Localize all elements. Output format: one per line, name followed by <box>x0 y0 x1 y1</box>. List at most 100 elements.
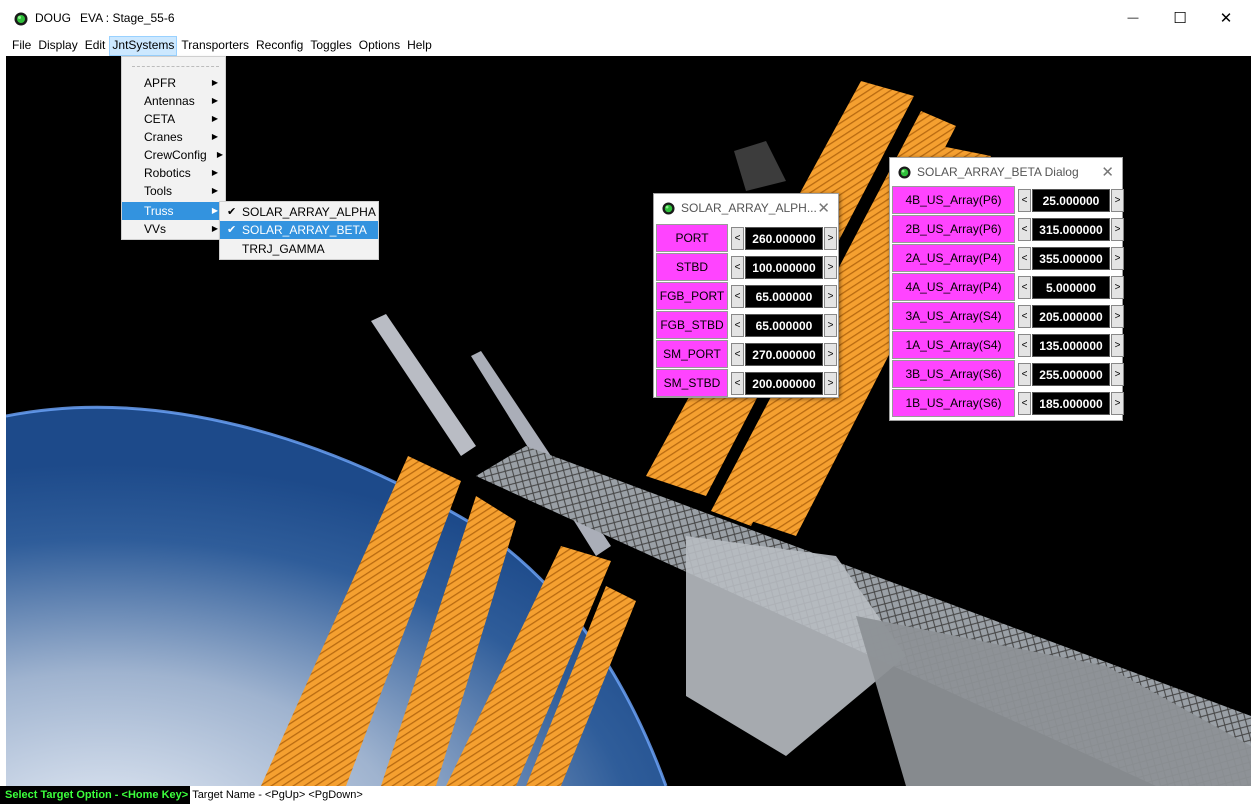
menu-bar: File Display Edit JntSystems Transporter… <box>0 36 1251 56</box>
check-icon: ✔ <box>227 224 237 236</box>
doug-app-icon <box>898 166 911 179</box>
increment-button[interactable]: > <box>824 227 837 250</box>
decrement-button[interactable]: < <box>1018 189 1031 212</box>
menu-jntsystems[interactable]: JntSystems <box>109 36 178 56</box>
menu-toggles[interactable]: Toggles <box>307 36 354 56</box>
menu-transporters[interactable]: Transporters <box>178 36 252 56</box>
joint-label: PORT <box>656 224 728 252</box>
decrement-button[interactable]: < <box>1018 276 1031 299</box>
menu-item-cranes[interactable]: Cranes ▶ <box>122 128 225 146</box>
decrement-button[interactable]: < <box>731 285 744 308</box>
menu-item-crewconfig[interactable]: CrewConfig ▶ <box>122 146 225 164</box>
submenu-arrow-icon: ▶ <box>211 206 218 215</box>
submenu-item-trrj-gamma[interactable]: TRRJ_GAMMA <box>220 240 378 258</box>
decrement-button[interactable]: < <box>1018 334 1031 357</box>
increment-button[interactable]: > <box>1111 189 1124 212</box>
menu-display[interactable]: Display <box>35 36 80 56</box>
status-target: Target Name - <PgUp> <PgDown> <box>192 789 363 801</box>
increment-button[interactable]: > <box>1111 218 1124 241</box>
joint-angle-value[interactable]: 5.000000 <box>1032 276 1110 299</box>
dialog-title-bar[interactable]: SOLAR_ARRAY_ALPH... ✕ <box>654 194 838 222</box>
joint-angle-value[interactable]: 270.000000 <box>745 343 823 366</box>
joint-angle-value[interactable]: 260.000000 <box>745 227 823 250</box>
minimize-icon: — <box>1127 12 1139 24</box>
dialog-title: SOLAR_ARRAY_ALPH... <box>681 201 817 215</box>
joint-row: 1B_US_Array(S6) <185.000000 > <box>892 389 1124 417</box>
menu-options[interactable]: Options <box>356 36 403 56</box>
menu-item-tools[interactable]: Tools ▶ <box>122 182 225 200</box>
status-bar: Select Target Option - <Home Key> Target… <box>0 786 1251 804</box>
menu-item-apfr[interactable]: APFR ▶ <box>122 74 225 92</box>
menu-item-truss[interactable]: Truss ▶ <box>122 202 225 220</box>
increment-button[interactable]: > <box>1111 276 1124 299</box>
decrement-button[interactable]: < <box>1018 363 1031 386</box>
submenu-arrow-icon: ▶ <box>211 186 218 195</box>
decrement-button[interactable]: < <box>1018 392 1031 415</box>
increment-button[interactable]: > <box>824 372 837 395</box>
joint-label: 4B_US_Array(P6) <box>892 186 1015 214</box>
joint-angle-value[interactable]: 65.000000 <box>745 314 823 337</box>
increment-button[interactable]: > <box>1111 392 1124 415</box>
solar-array-alpha-dialog: SOLAR_ARRAY_ALPH... ✕ PORT <260.000000 > ST… <box>653 193 839 398</box>
menu-reconfig[interactable]: Reconfig <box>253 36 306 56</box>
solar-array-beta-dialog: SOLAR_ARRAY_BETA Dialog ✕ 4B_US_Array(P6… <box>889 157 1124 421</box>
decrement-button[interactable]: < <box>731 343 744 366</box>
decrement-button[interactable]: < <box>731 256 744 279</box>
joint-angle-value[interactable]: 100.000000 <box>745 256 823 279</box>
minimize-button[interactable]: — <box>1110 0 1156 36</box>
window-app-name: DOUG <box>35 11 71 25</box>
joint-angle-value[interactable]: 65.000000 <box>745 285 823 308</box>
joint-angle-value[interactable]: 135.000000 <box>1032 334 1110 357</box>
joint-angle-value[interactable]: 185.000000 <box>1032 392 1110 415</box>
doug-app-icon <box>14 12 28 26</box>
joint-row: 4B_US_Array(P6) <25.000000 > <box>892 186 1124 214</box>
submenu-item-solar-array-beta[interactable]: ✔ SOLAR_ARRAY_BETA <box>220 221 378 239</box>
decrement-button[interactable]: < <box>1018 247 1031 270</box>
joint-row: PORT <260.000000 > <box>656 224 838 252</box>
close-window-button[interactable]: ✕ <box>1203 0 1249 36</box>
joint-angle-value[interactable]: 200.000000 <box>745 372 823 395</box>
menu-help[interactable]: Help <box>404 36 435 56</box>
menu-item-ceta[interactable]: CETA ▶ <box>122 110 225 128</box>
truss-submenu: ✔ SOLAR_ARRAY_ALPHA ✔ SOLAR_ARRAY_BETA T… <box>219 201 379 260</box>
increment-button[interactable]: > <box>1111 334 1124 357</box>
dialog-title-bar[interactable]: SOLAR_ARRAY_BETA Dialog ✕ <box>890 158 1122 186</box>
increment-button[interactable]: > <box>824 256 837 279</box>
joint-angle-value[interactable]: 25.000000 <box>1032 189 1110 212</box>
jntsystems-dropdown: APFR ▶ Antennas ▶ CETA ▶ Cranes ▶ CrewCo… <box>121 56 226 240</box>
submenu-arrow-icon: ▶ <box>211 96 218 105</box>
menu-item-vvs[interactable]: VVs ▶ <box>122 220 225 238</box>
joint-row: SM_PORT <270.000000 > <box>656 340 838 368</box>
joint-angle-value[interactable]: 255.000000 <box>1032 363 1110 386</box>
submenu-item-solar-array-alpha[interactable]: ✔ SOLAR_ARRAY_ALPHA <box>220 203 378 221</box>
decrement-button[interactable]: < <box>731 372 744 395</box>
menu-edit[interactable]: Edit <box>82 36 109 56</box>
increment-button[interactable]: > <box>1111 247 1124 270</box>
joint-angle-value[interactable]: 205.000000 <box>1032 305 1110 328</box>
joint-angle-value[interactable]: 315.000000 <box>1032 218 1110 241</box>
joint-label: 1B_US_Array(S6) <box>892 389 1015 417</box>
increment-button[interactable]: > <box>824 285 837 308</box>
window-title: EVA : Stage_55-6 <box>80 11 175 25</box>
menu-tearoff-separator[interactable] <box>132 66 219 67</box>
increment-button[interactable]: > <box>1111 305 1124 328</box>
joint-label: 2B_US_Array(P6) <box>892 215 1015 243</box>
status-hint: Select Target Option - <Home Key> <box>0 786 191 804</box>
menu-item-antennas[interactable]: Antennas ▶ <box>122 92 225 110</box>
title-bar: DOUG EVA : Stage_55-6 — ☐ ✕ <box>0 0 1251 36</box>
decrement-button[interactable]: < <box>1018 305 1031 328</box>
increment-button[interactable]: > <box>824 314 837 337</box>
joint-label: FGB_PORT <box>656 282 728 310</box>
joint-angle-value[interactable]: 355.000000 <box>1032 247 1110 270</box>
decrement-button[interactable]: < <box>1018 218 1031 241</box>
maximize-button[interactable]: ☐ <box>1157 0 1203 36</box>
doug-app-icon <box>662 202 675 215</box>
close-icon[interactable]: ✕ <box>1101 163 1114 181</box>
menu-item-robotics[interactable]: Robotics ▶ <box>122 164 225 182</box>
close-icon[interactable]: ✕ <box>817 199 830 217</box>
decrement-button[interactable]: < <box>731 227 744 250</box>
increment-button[interactable]: > <box>824 343 837 366</box>
decrement-button[interactable]: < <box>731 314 744 337</box>
increment-button[interactable]: > <box>1111 363 1124 386</box>
menu-file[interactable]: File <box>9 36 34 56</box>
